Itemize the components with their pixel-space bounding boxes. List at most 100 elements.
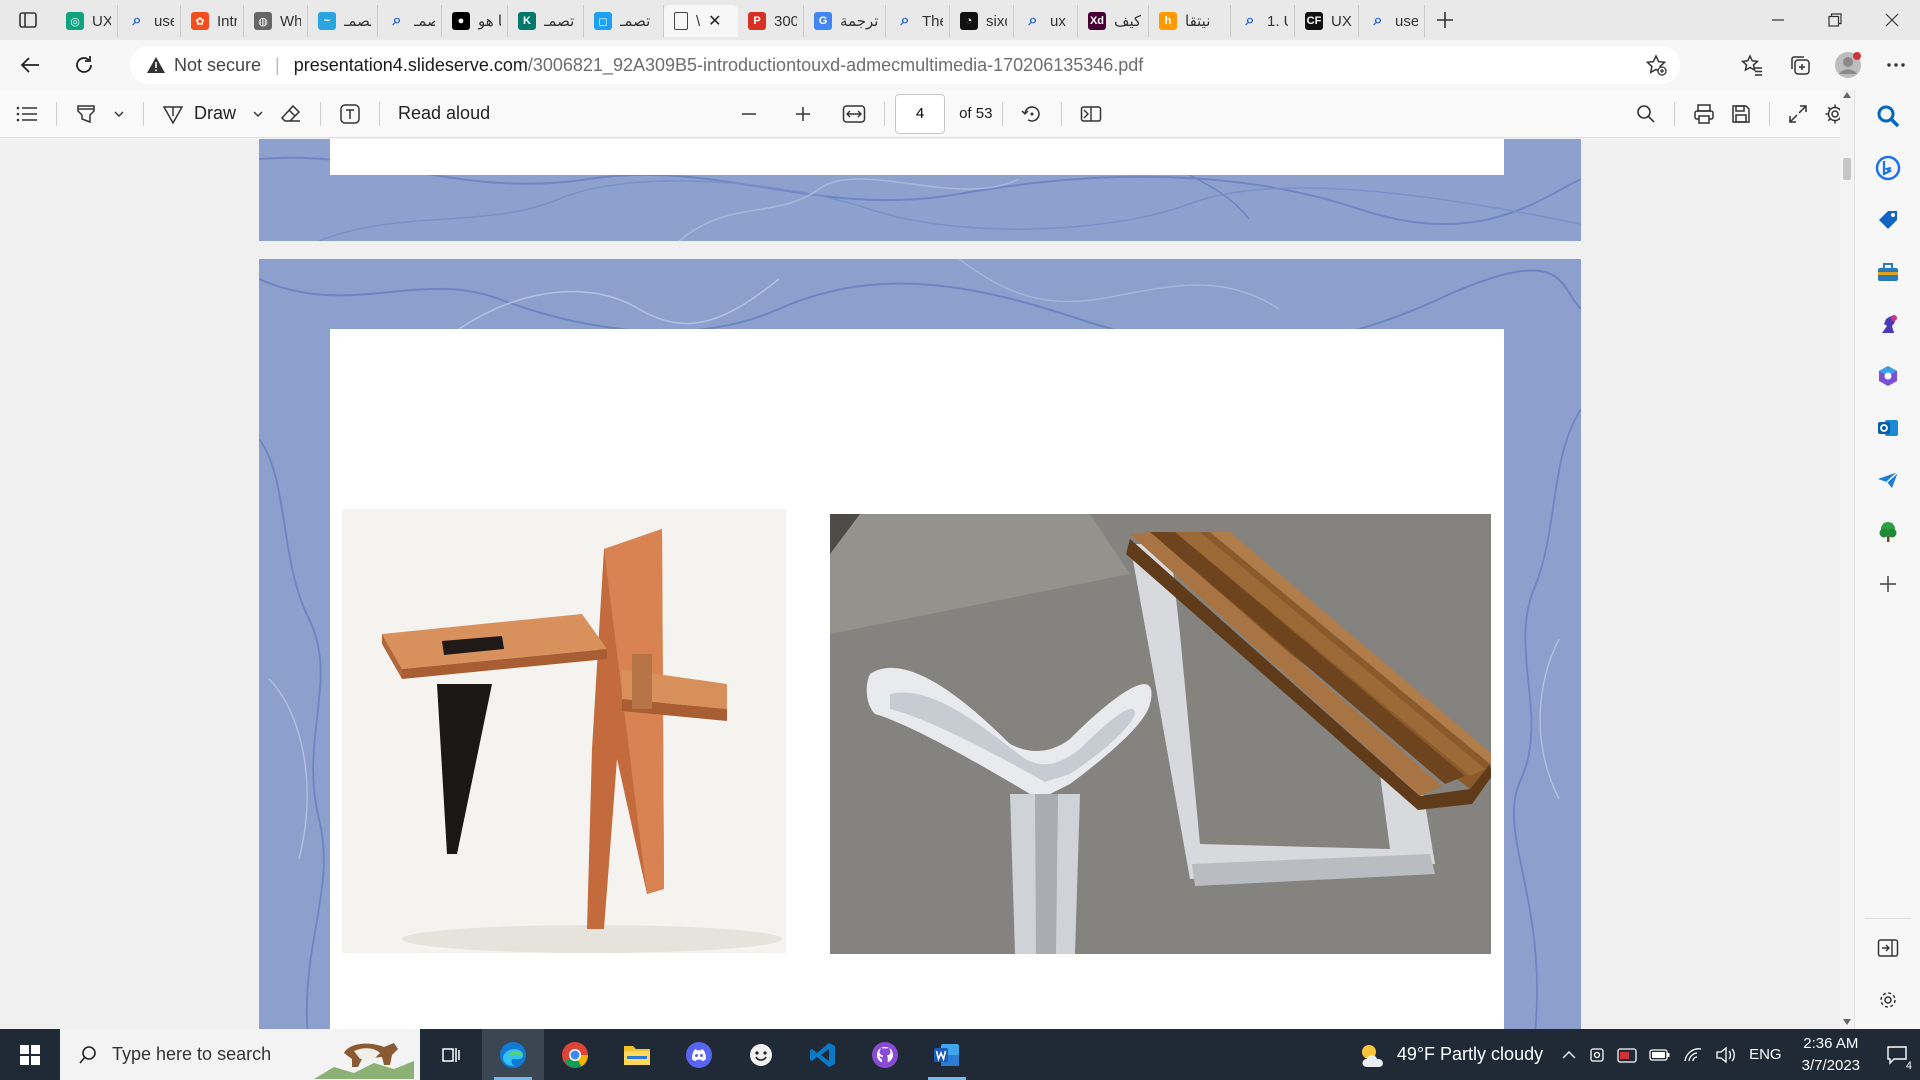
draw-options-dropdown[interactable] [244,94,272,134]
sidebar-drop-button[interactable] [1872,464,1904,496]
pdf-document-view[interactable] [0,139,1840,1029]
sidebar-collapse-icon [1877,939,1899,957]
vertical-scrollbar[interactable] [1840,90,1854,1029]
browser-tab[interactable]: Xd كيف [1078,5,1149,37]
highlight-options-dropdown[interactable] [105,94,133,134]
url-field[interactable]: Not secure | presentation4.slideserve.co… [130,46,1680,84]
find-button[interactable] [1628,94,1664,134]
back-button[interactable] [6,45,54,85]
taskbar-emoji-app[interactable] [730,1029,792,1080]
eraser-icon [280,104,301,122]
more-horizontal-icon [1887,63,1905,67]
highlight-button[interactable] [67,94,105,134]
browser-tab[interactable]: ◎ UX D [56,5,118,37]
print-button[interactable] [1685,94,1723,134]
scrollbar-thumb[interactable] [1843,158,1851,180]
browser-tab[interactable]: G ترجمة [804,5,886,37]
browser-tab[interactable]: ◍ What [244,5,308,37]
profile-button[interactable] [1824,45,1872,85]
add-favorite-button[interactable] [1632,45,1680,85]
zoom-in-button[interactable] [786,94,820,134]
meet-now-icon[interactable] [1589,1046,1605,1064]
draw-button[interactable]: Draw [154,94,244,134]
full-screen-button[interactable] [1780,94,1816,134]
chevron-up-icon[interactable] [1561,1047,1577,1063]
rotate-button[interactable] [1013,94,1051,134]
discord-icon [686,1041,712,1068]
taskbar-github-desktop[interactable] [854,1029,916,1080]
tab-actions-menu-button[interactable] [0,0,56,40]
sidebar-customize-button[interactable] [1872,568,1904,600]
sidebar-games-button[interactable] [1872,308,1904,340]
browser-tab[interactable]: ⌕ تصمـ [378,5,442,37]
browser-tab[interactable]: ⌕ user [1359,5,1425,37]
taskbar-vscode[interactable] [792,1029,854,1080]
browser-tab[interactable]: h نيتقا [1149,5,1231,37]
tab-title: The [922,12,943,30]
page-count: of 53 [959,105,993,122]
taskbar-edge[interactable] [482,1029,544,1080]
input-language-indicator[interactable]: ENG [1749,1046,1782,1063]
scroll-down-arrow-icon[interactable] [1843,1019,1851,1025]
sidebar-e-tree-button[interactable] [1872,516,1904,548]
scroll-up-arrow-icon[interactable] [1843,92,1851,98]
sidebar-search-button[interactable] [1872,100,1904,132]
sidebar-tools-button[interactable] [1872,256,1904,288]
sidebar-outlook-button[interactable] [1872,412,1904,444]
browser-tab[interactable]: ● ما هو [442,5,508,37]
onedrive-status-icon[interactable] [1617,1046,1637,1064]
sidebar-shopping-button[interactable] [1872,204,1904,236]
refresh-button[interactable] [60,45,108,85]
weather-widget[interactable]: 49°F Partly cloudy [1357,1041,1543,1069]
sidebar-office-button[interactable] [1872,360,1904,392]
minimize-button[interactable] [1749,0,1806,40]
browser-tab[interactable]: CF UX v [1295,5,1359,37]
taskbar-search-box[interactable]: Type here to search [60,1029,420,1080]
battery-icon[interactable] [1649,1048,1671,1062]
zoom-out-button[interactable] [732,94,766,134]
hide-sidebar-button[interactable] [1872,932,1904,964]
action-center-button[interactable]: 4 [1874,1029,1920,1080]
taskbar-word[interactable] [916,1029,978,1080]
erase-button[interactable] [272,94,310,134]
favorites-button[interactable] [1728,45,1776,85]
wifi-icon[interactable] [1683,1047,1703,1063]
browser-tab[interactable]: K تصمـ [508,5,584,37]
page-number-input[interactable] [895,93,946,134]
page-view-button[interactable] [1072,94,1110,134]
volume-icon[interactable] [1715,1046,1737,1064]
browser-tab[interactable]: ⌕ user [118,5,181,37]
save-button[interactable] [1723,94,1759,134]
read-aloud-button[interactable]: Read aloud [390,94,498,134]
close-window-button[interactable] [1863,0,1920,40]
taskbar-file-explorer[interactable] [606,1029,668,1080]
settings-and-more-button[interactable] [1872,45,1920,85]
new-tab-button[interactable] [1425,0,1465,40]
browser-tab[interactable]: P 3006 [738,5,804,37]
browser-tab[interactable]: \ ✕ [664,5,738,37]
tab-title: تصمـ [414,13,435,30]
collections-button[interactable] [1776,45,1824,85]
sidebar-bing-chat-button[interactable] [1872,152,1904,184]
browser-tab[interactable]: ◻ تصمـ [584,5,664,37]
browser-tab[interactable]: ◔ sixde [950,5,1014,37]
taskbar-chrome[interactable] [544,1029,606,1080]
add-text-button[interactable] [331,94,369,134]
table-of-contents-button[interactable] [8,94,46,134]
browser-tab[interactable]: ⌕ ux ui [1014,5,1078,37]
tab-actions-icon [19,12,37,28]
browser-tab[interactable]: ~ تصمـ [308,5,378,37]
sidebar-settings-button[interactable] [1872,984,1904,1016]
fit-to-width-button[interactable] [834,94,874,134]
start-button[interactable] [0,1029,60,1080]
task-view-button[interactable] [420,1029,482,1080]
taskbar-discord[interactable] [668,1029,730,1080]
list-icon [16,106,37,121]
restore-button[interactable] [1806,0,1863,40]
close-tab-icon[interactable]: ✕ [708,11,721,31]
browser-tab[interactable]: ⌕ The [886,5,950,37]
browser-tab[interactable]: ✿ Intro [181,5,244,37]
browser-tab[interactable]: ⌕ 1. Us [1231,5,1295,37]
security-label[interactable]: Not secure [174,55,261,76]
system-clock[interactable]: 2:36 AM 3/7/2023 [1802,1033,1860,1077]
